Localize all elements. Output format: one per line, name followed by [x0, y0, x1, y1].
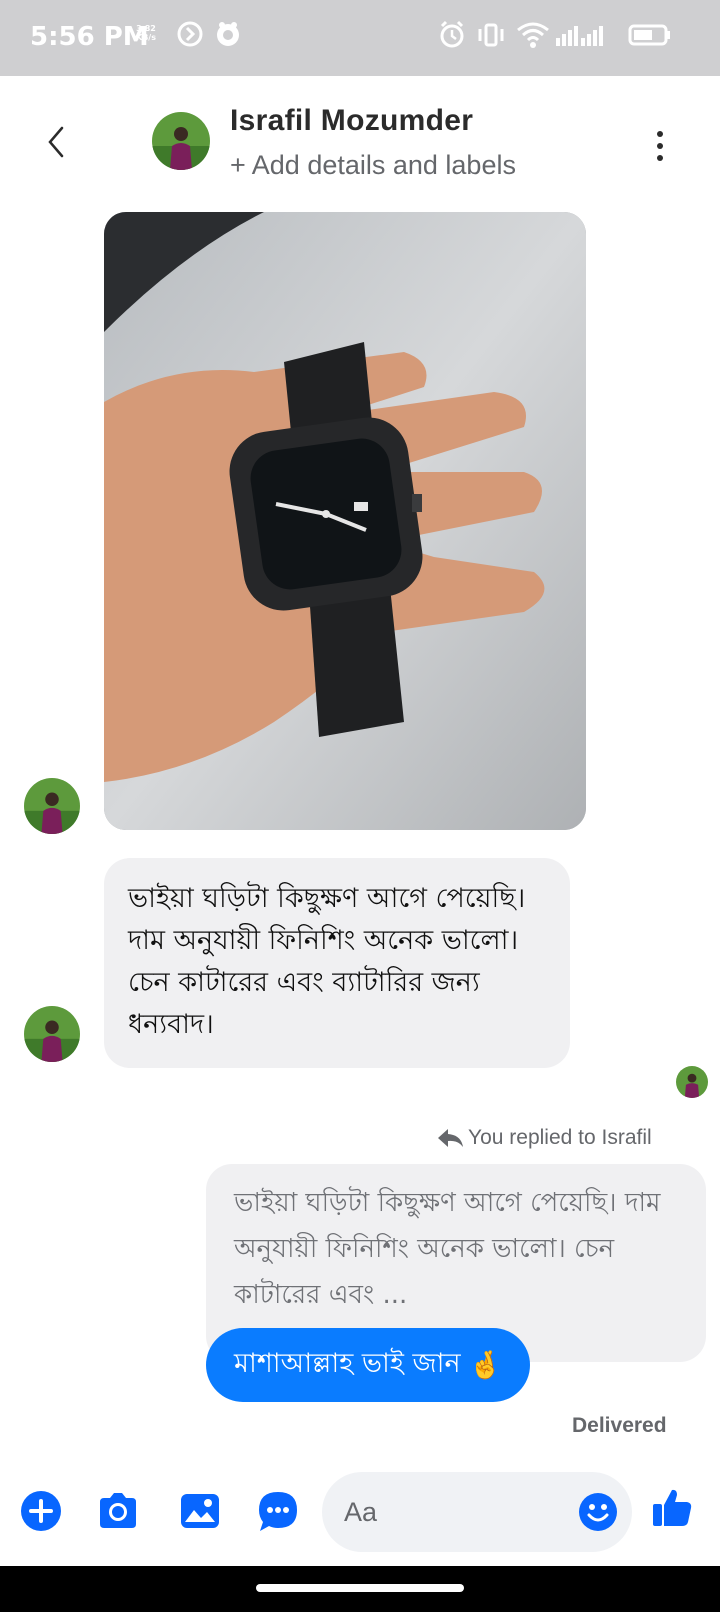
incoming-message[interactable]: ভাইয়া ঘড়িটা কিছুক্ষণ আগে পেয়েছি। দাম … — [104, 858, 570, 1068]
add-details-link[interactable]: + Add details and labels — [230, 150, 516, 181]
plus-icon[interactable] — [20, 1490, 62, 1532]
contact-name[interactable]: Israfil Mozumder — [230, 104, 473, 138]
network-speed-value: 3.82 — [136, 24, 156, 33]
alarm-icon — [440, 20, 464, 48]
chat-bubble-icon[interactable] — [256, 1490, 300, 1534]
composer-bar — [0, 1462, 720, 1566]
reply-label: You replied to Israfil — [436, 1126, 652, 1150]
message-input-field[interactable] — [322, 1472, 632, 1552]
home-indicator[interactable] — [256, 1584, 464, 1592]
thumbs-up-icon[interactable] — [650, 1486, 694, 1530]
reply-icon — [438, 1129, 463, 1148]
sender-avatar[interactable] — [24, 1006, 80, 1062]
app-notification-icon — [217, 22, 239, 46]
outgoing-message[interactable]: মাশাআল্লাহ ভাই জান 🤞 — [206, 1328, 531, 1402]
contact-avatar[interactable] — [152, 112, 210, 170]
status-bar: 5:56 PM 3.82 KB/s — [0, 0, 720, 76]
wifi-icon — [517, 22, 549, 48]
watch-photo — [104, 212, 586, 830]
emoji-icon[interactable] — [578, 1492, 618, 1532]
signal-icon — [556, 26, 603, 46]
message-input[interactable] — [344, 1490, 564, 1534]
status-time: 5:56 PM — [30, 22, 149, 52]
data-saver-icon — [177, 21, 203, 47]
conversation-header: Israfil Mozumder + Add details and label… — [0, 76, 720, 196]
outgoing-message-text: মাশাআল্লাহ ভাই জান — [234, 1347, 461, 1379]
vibrate-icon — [478, 23, 504, 47]
delivery-status: Delivered — [572, 1414, 667, 1437]
crossed-fingers-emoji: 🤞 — [468, 1350, 503, 1381]
battery-icon — [628, 24, 670, 46]
seen-indicator-avatar — [676, 1066, 708, 1098]
network-speed-unit: KB/s — [136, 33, 156, 42]
photo-message[interactable] — [104, 212, 586, 830]
system-navigation-bar — [0, 1566, 720, 1612]
network-speed: 3.82 KB/s — [136, 24, 156, 42]
sender-avatar[interactable] — [24, 778, 80, 834]
back-icon[interactable] — [40, 122, 70, 162]
more-icon[interactable] — [650, 128, 670, 164]
gallery-icon[interactable] — [178, 1490, 222, 1532]
reply-label-text: You replied to Israfil — [468, 1126, 652, 1149]
camera-icon[interactable] — [96, 1490, 140, 1532]
